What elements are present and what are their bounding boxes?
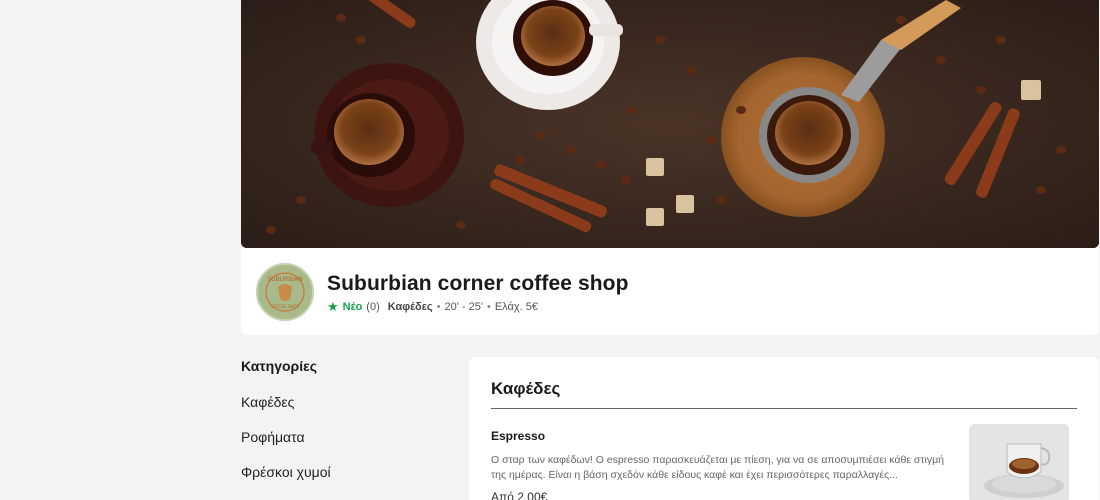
menu-item-image[interactable] (969, 424, 1069, 500)
delivery-time: 20' - 25' (444, 300, 483, 313)
svg-text:COFFEE SHOP: COFFEE SHOP (271, 304, 300, 309)
star-icon: ★ (327, 299, 339, 314)
sidebar-heading: Κατηγορίες (241, 358, 318, 374)
menu-panel: Καφέδες Espresso Ο σταρ των καφέδων! Ο e… (469, 357, 1099, 500)
svg-text:SUBURBIAN: SUBURBIAN (267, 276, 302, 283)
menu-item-price: Από 2,00€ (491, 490, 548, 500)
rating-count[interactable]: (0) (366, 301, 379, 313)
store-banner-image (241, 0, 1099, 248)
store-category: Καφέδες (387, 300, 433, 313)
separator: • (486, 300, 491, 313)
menu-item-description: Ο σταρ των καφέδων! Ο espresso παρασκευά… (491, 454, 944, 481)
section-divider (491, 408, 1077, 409)
store-info-card: SUBURBIAN COFFEE SHOP Suburbian corner c… (241, 248, 1099, 335)
store-logo: SUBURBIAN COFFEE SHOP (256, 263, 314, 321)
new-badge: Νέο (342, 300, 363, 313)
categories-sidebar: Κατηγορίες Καφέδες Ροφήματα Φρέσκοι χυμο… (241, 358, 441, 483)
minimum-order: Ελάχ. 5€ (494, 300, 538, 313)
sidebar-item-beverages[interactable]: Ροφήματα (241, 429, 441, 448)
separator: • (436, 300, 441, 313)
menu-item-name[interactable]: Espresso (491, 429, 545, 443)
store-name: Suburbian corner coffee shop (327, 272, 629, 295)
sidebar-item-coffees[interactable]: Καφέδες (241, 394, 441, 413)
menu-section-title: Καφέδες (491, 379, 561, 398)
store-meta: ★ Νέο (0) Καφέδες • 20' - 25' • Ελάχ. 5€ (327, 300, 538, 313)
sidebar-item-fresh-juices[interactable]: Φρέσκοι χυμοί (241, 464, 441, 483)
